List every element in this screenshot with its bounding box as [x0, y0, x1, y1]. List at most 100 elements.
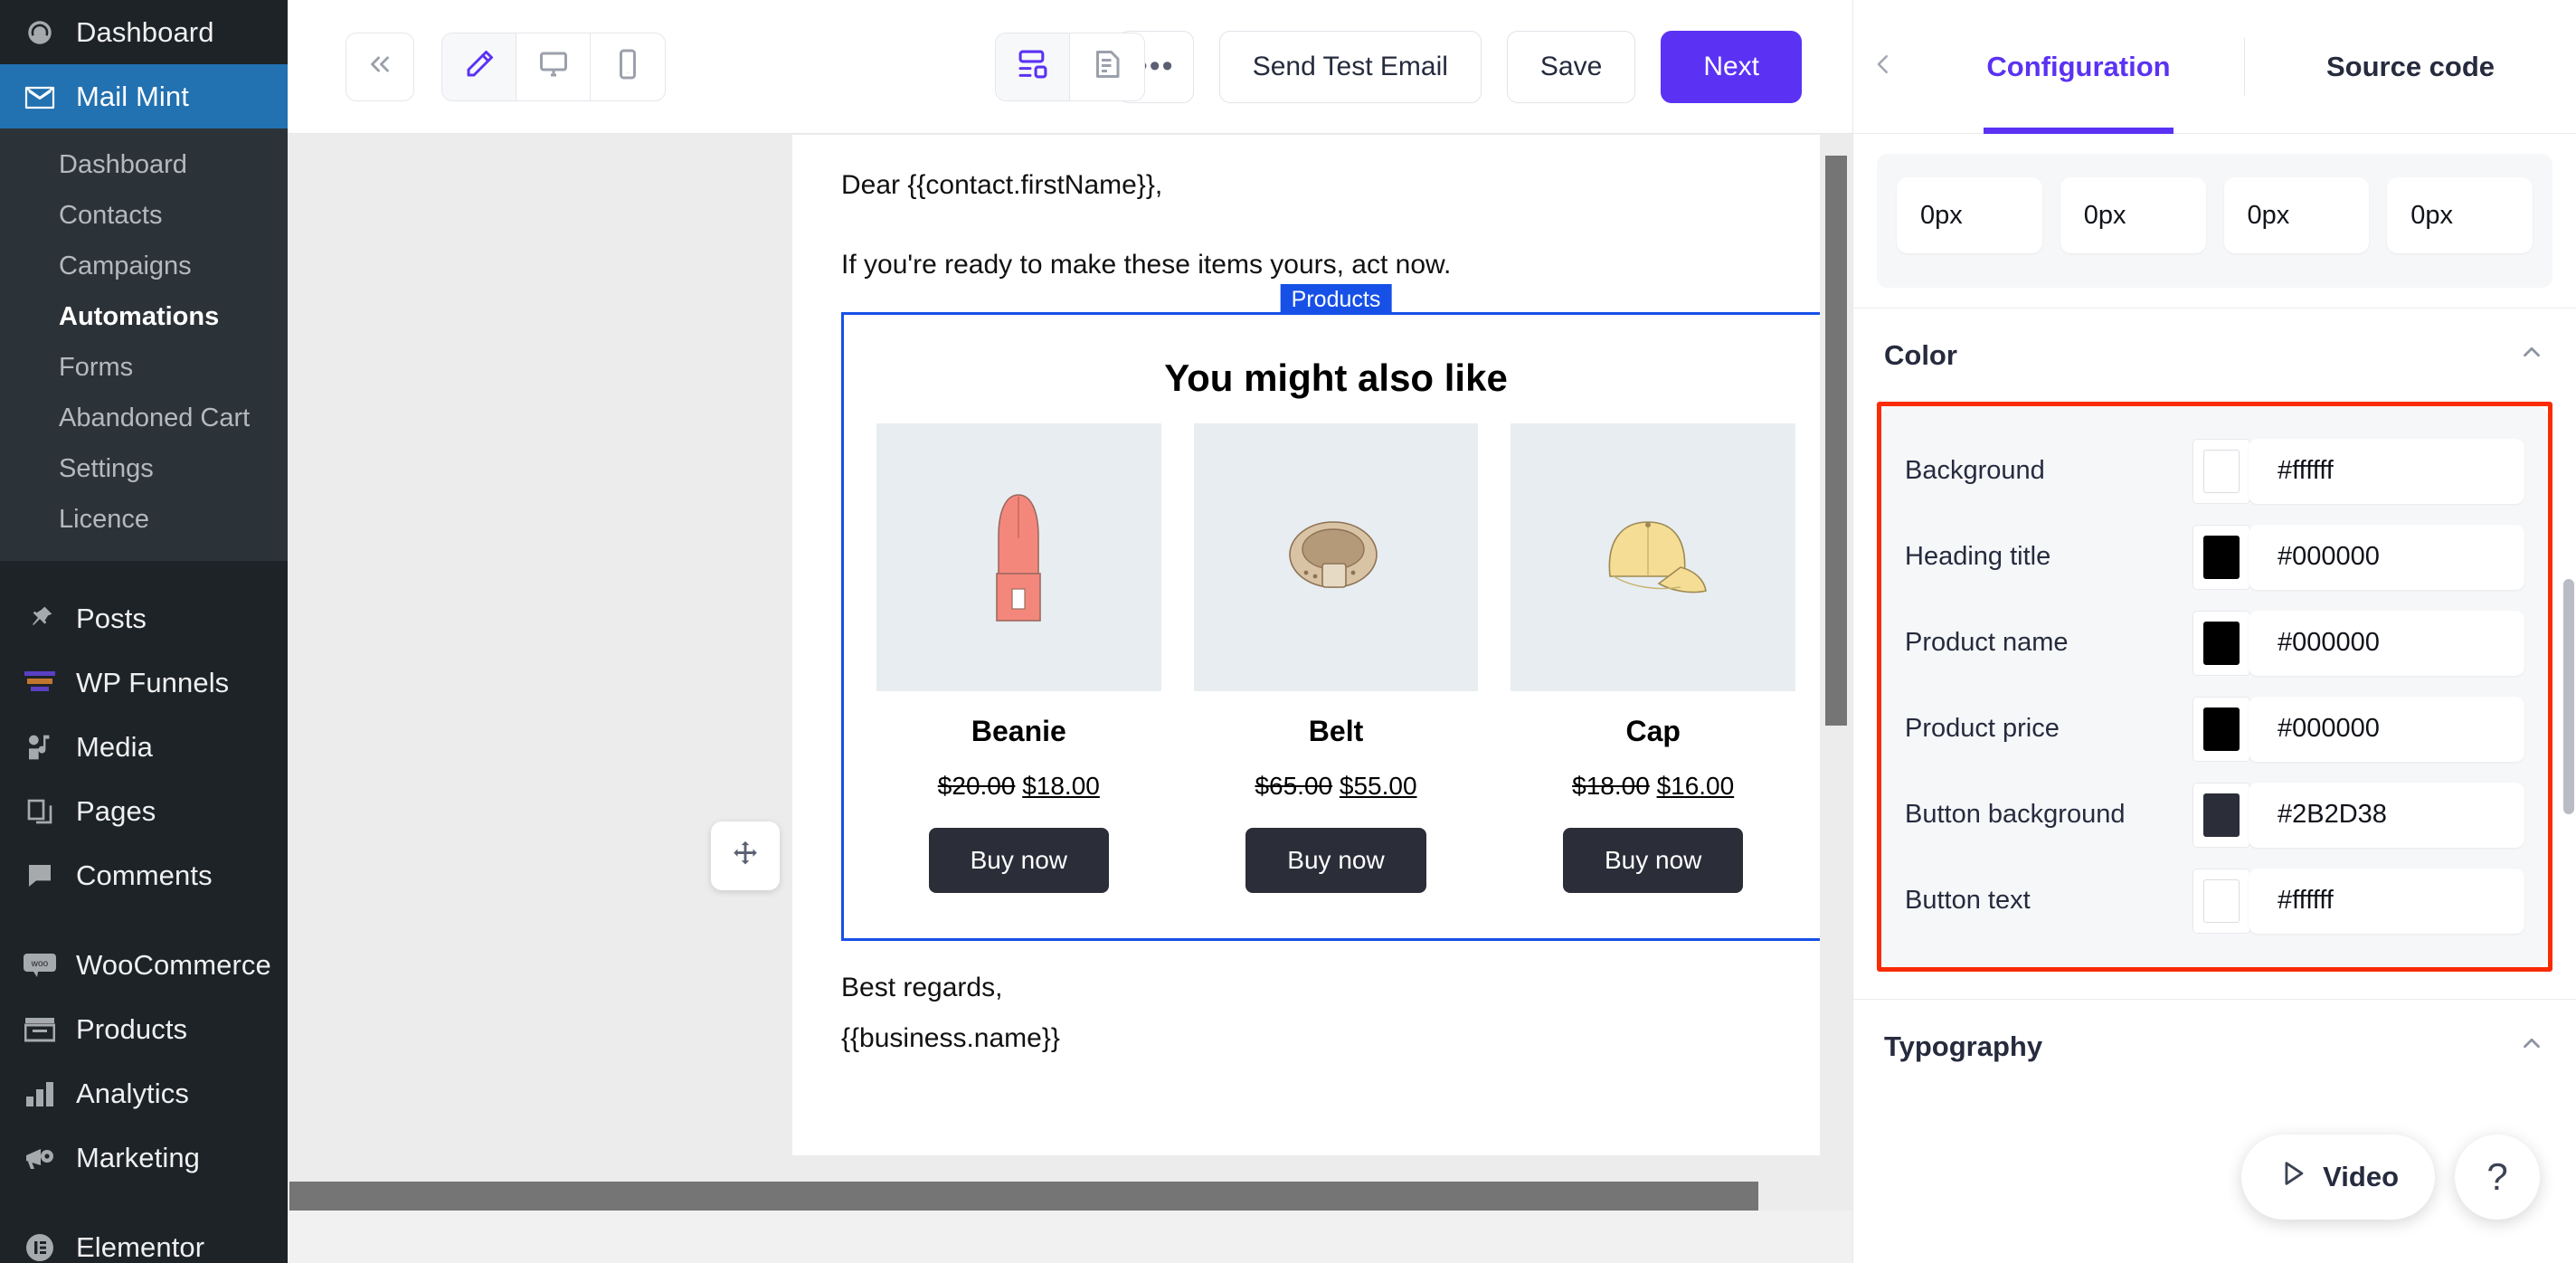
chevron-left-icon	[1870, 46, 1897, 87]
device-mode-switcher	[441, 32, 666, 101]
save-button[interactable]: Save	[1506, 30, 1636, 103]
email-signoff[interactable]: Best regards,	[841, 972, 1831, 1004]
color-hex-input[interactable]: #000000	[2249, 610, 2524, 676]
sidebar-subitem-settings[interactable]: Settings	[0, 443, 288, 494]
sidebar-item-analytics[interactable]: Analytics	[0, 1061, 288, 1125]
sidebar-divider	[0, 907, 288, 933]
sidebar-item-dashboard[interactable]: Dashboard	[0, 0, 288, 64]
product-card[interactable]: Belt $65.00 $55.00 Buy now	[1193, 423, 1479, 893]
elementor-icon	[20, 1232, 60, 1263]
sidebar-item-posts[interactable]: Posts	[0, 586, 288, 650]
color-hex-input[interactable]: #000000	[2249, 696, 2524, 762]
color-row-label: Product name	[1905, 628, 2069, 657]
color-swatch-button[interactable]	[2192, 868, 2250, 934]
padding-inputs-row: 0px 0px 0px 0px	[1877, 154, 2552, 288]
sidebar-item-label: Posts	[76, 602, 147, 634]
padding-top-input[interactable]: 0px	[1897, 177, 2042, 253]
settings-panel: Configuration Source code 0px 0px 0px 0p…	[1852, 0, 2576, 1263]
dashboard-icon	[20, 17, 60, 48]
sidebar-item-pages[interactable]: Pages	[0, 779, 288, 843]
color-settings-highlight: Background #ffffff Heading title #000000…	[1877, 402, 2552, 972]
analytics-icon	[20, 1080, 60, 1107]
product-image	[876, 423, 1161, 691]
product-card[interactable]: Beanie $20.00 $18.00 Buy now	[876, 423, 1161, 893]
padding-left-input[interactable]: 0px	[2387, 177, 2533, 253]
products-block[interactable]: Products You might also like Beanie $20.…	[841, 284, 1831, 941]
color-hex-input[interactable]: #ffffff	[2249, 438, 2524, 504]
color-field: #2B2D38	[2192, 782, 2524, 848]
sidebar-item-label: WP Funnels	[76, 666, 230, 698]
sidebar-subitem-dashboard[interactable]: Dashboard	[0, 139, 288, 190]
collapse-sidebar-button[interactable]	[346, 32, 414, 101]
megaphone-icon	[20, 1145, 60, 1171]
sidebar-subitem-licence[interactable]: Licence	[0, 494, 288, 545]
color-hex-input[interactable]: #000000	[2249, 524, 2524, 590]
email-paper: Dear {{contact.firstName}}, If you're re…	[792, 135, 1852, 1155]
sidebar-item-elementor[interactable]: Elementor	[0, 1215, 288, 1263]
blocks-view-button[interactable]	[996, 33, 1070, 100]
tab-source-code[interactable]: Source code	[2245, 0, 2576, 134]
buy-now-button[interactable]: Buy now	[1245, 828, 1426, 893]
mobile-preview-button[interactable]	[591, 33, 665, 100]
sidebar-item-comments[interactable]: Comments	[0, 843, 288, 907]
color-swatch-button[interactable]	[2192, 696, 2250, 762]
chevron-up-icon[interactable]	[2518, 1030, 2545, 1064]
sidebar-item-wp-funnels[interactable]: WP Funnels	[0, 650, 288, 715]
color-swatch-button[interactable]	[2192, 524, 2250, 590]
email-intro[interactable]: If you're ready to make these items your…	[841, 249, 1831, 281]
color-row-label: Product price	[1905, 714, 2060, 743]
padding-right-input[interactable]: 0px	[2060, 177, 2206, 253]
color-swatch-button[interactable]	[2192, 782, 2250, 848]
video-help-button[interactable]: Video	[2241, 1135, 2435, 1220]
sidebar-subitem-automations[interactable]: Automations	[0, 291, 288, 342]
color-section-header[interactable]: Color	[1853, 308, 2576, 402]
buy-now-button[interactable]: Buy now	[928, 828, 1110, 893]
product-card[interactable]: Cap $18.00 $16.00 Buy now	[1511, 423, 1796, 893]
chevron-up-icon[interactable]	[2518, 338, 2545, 373]
typography-section-header[interactable]: Typography	[1853, 999, 2576, 1093]
color-row-label: Button background	[1905, 800, 2126, 829]
canvas-vertical-scroll-thumb[interactable]	[1825, 156, 1847, 726]
email-greeting[interactable]: Dear {{contact.firstName}},	[841, 169, 1831, 202]
canvas-vertical-scrollbar[interactable]	[1820, 134, 1852, 1263]
subitem-label: Dashboard	[59, 149, 187, 179]
padding-bottom-input[interactable]: 0px	[2223, 177, 2370, 253]
desktop-preview-button[interactable]	[516, 33, 591, 100]
sidebar-divider	[0, 1190, 288, 1215]
edit-mode-button[interactable]	[442, 33, 516, 100]
sidebar-item-woocommerce[interactable]: woo WooCommerce	[0, 933, 288, 997]
toolbar-right-group: ••• Send Test Email Save Next	[1117, 30, 1852, 103]
move-block-handle[interactable]	[711, 821, 780, 890]
tab-configuration[interactable]: Configuration	[1913, 0, 2244, 134]
help-button[interactable]: ?	[2455, 1135, 2540, 1220]
product-price: $18.00 $16.00	[1572, 772, 1734, 801]
sidebar-item-products[interactable]: Products	[0, 997, 288, 1061]
beanie-illustration	[996, 494, 1042, 622]
next-button[interactable]: Next	[1661, 30, 1802, 103]
color-row-button-background: Button background #2B2D38	[1905, 772, 2524, 858]
send-test-email-button[interactable]: Send Test Email	[1218, 30, 1482, 103]
old-price: $65.00	[1255, 772, 1333, 800]
sidebar-subitem-abandoned-cart[interactable]: Abandoned Cart	[0, 393, 288, 443]
canvas-horizontal-scroll-thumb[interactable]	[289, 1182, 1758, 1211]
wp-admin-sidebar: Dashboard Mail Mint Dashboard Contacts C…	[0, 0, 288, 1263]
panel-back-button[interactable]	[1853, 46, 1913, 87]
sidebar-item-label: Products	[76, 1012, 188, 1045]
color-section-title: Color	[1884, 338, 1957, 371]
color-swatch-button[interactable]	[2192, 610, 2250, 676]
buy-now-button[interactable]: Buy now	[1562, 828, 1744, 893]
color-hex-input[interactable]: #ffffff	[2249, 868, 2524, 934]
color-swatch-button[interactable]	[2192, 438, 2250, 504]
panel-scroll-thumb[interactable]	[2563, 579, 2574, 814]
sidebar-subitem-contacts[interactable]: Contacts	[0, 190, 288, 241]
sidebar-item-marketing[interactable]: Marketing	[0, 1125, 288, 1190]
sidebar-subitem-forms[interactable]: Forms	[0, 342, 288, 393]
color-hex-input[interactable]: #2B2D38	[2249, 782, 2524, 848]
sidebar-item-media[interactable]: Media	[0, 715, 288, 779]
sidebar-subitem-campaigns[interactable]: Campaigns	[0, 241, 288, 291]
sidebar-item-label: Elementor	[76, 1230, 205, 1263]
email-business-name[interactable]: {{business.name}}	[841, 1022, 1831, 1055]
source-view-button[interactable]	[1070, 33, 1144, 100]
color-field: #000000	[2192, 524, 2524, 590]
sidebar-item-mail-mint[interactable]: Mail Mint	[0, 64, 288, 128]
